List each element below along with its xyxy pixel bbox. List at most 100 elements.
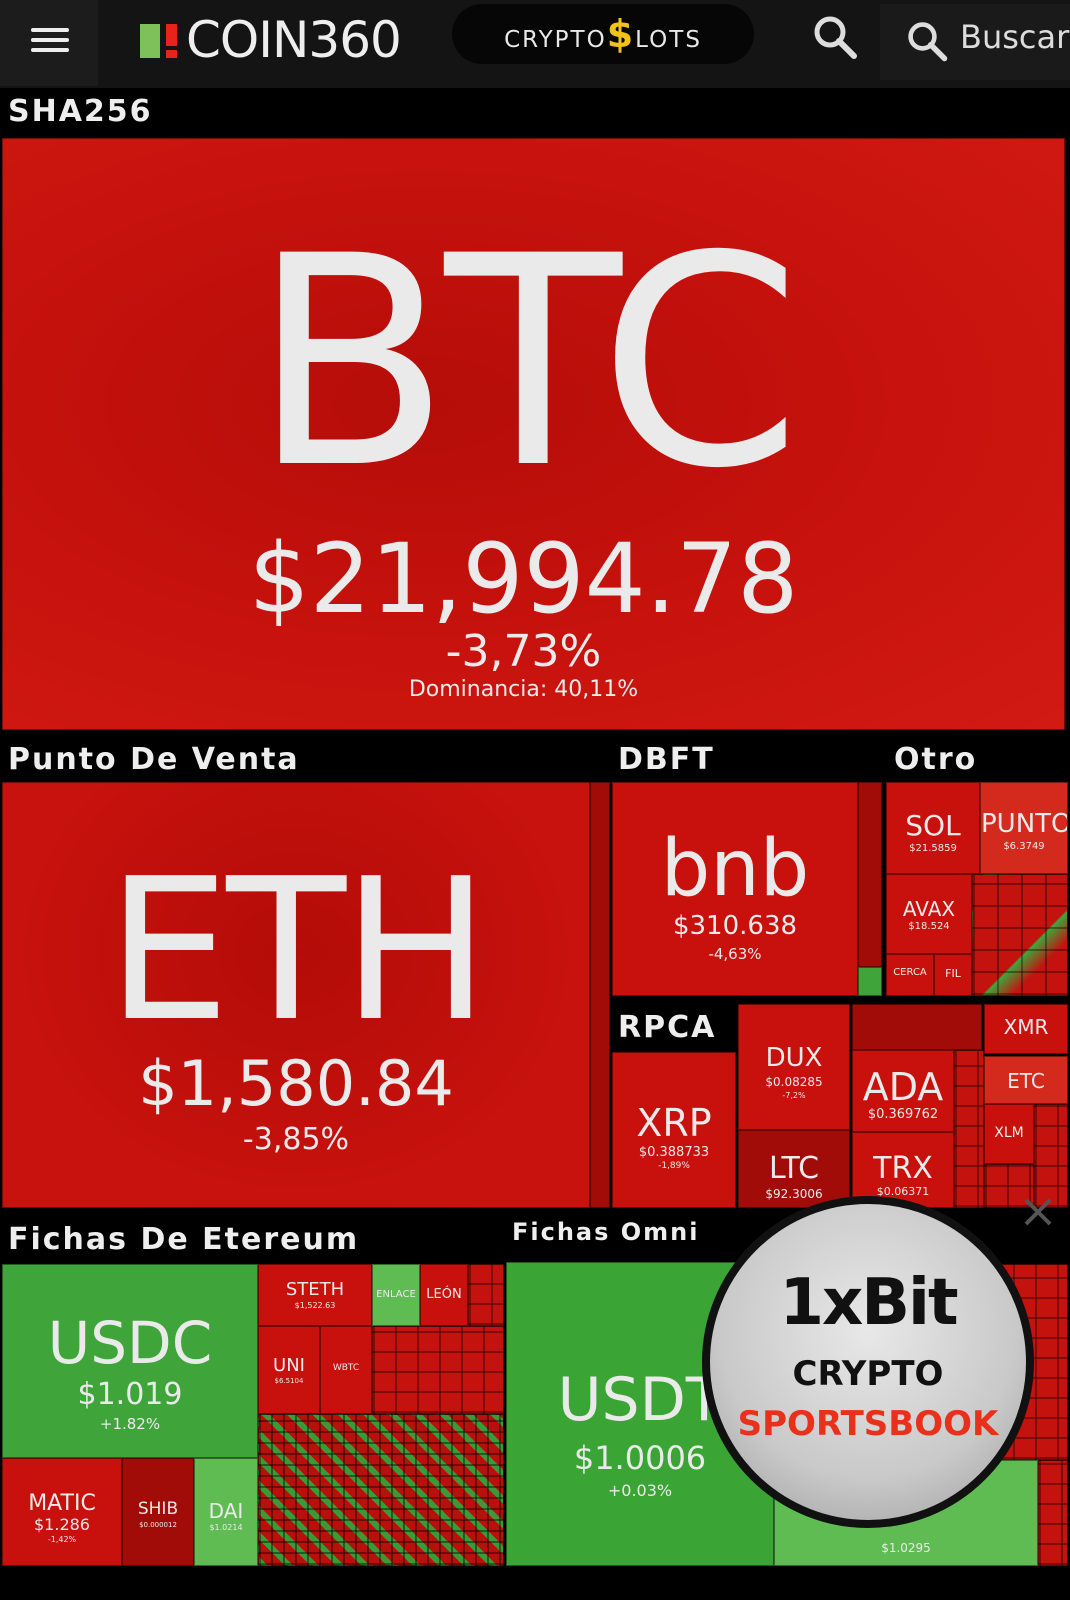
- tile-xrp[interactable]: XRP $0.388733 -1,89%: [612, 1052, 736, 1208]
- tile-eth-tokens-cluster-2[interactable]: [372, 1326, 504, 1414]
- brand-name[interactable]: COIN360: [186, 10, 402, 70]
- bnb-price: $310.638: [672, 911, 798, 941]
- tile-rpca-cluster[interactable]: [954, 1050, 984, 1208]
- steth-symbol: STETH: [285, 1279, 345, 1300]
- tile-wbtc[interactable]: WBTC: [320, 1326, 372, 1414]
- tile-eth[interactable]: ETH $1,580.84 -3,85%: [2, 782, 590, 1208]
- tile-right-cluster-2[interactable]: [1038, 1460, 1068, 1566]
- promo-dollar: $: [606, 12, 636, 56]
- search-field-icon: [908, 22, 948, 62]
- tile-steth[interactable]: STETH $1,522.63: [258, 1264, 372, 1326]
- promo-prefix: CRYPTO: [504, 27, 607, 53]
- punto-price: $6.3749: [1003, 841, 1045, 852]
- xrp-price: $0.388733: [638, 1145, 710, 1160]
- tile-etc[interactable]: ETC: [984, 1056, 1068, 1104]
- tile-enlace[interactable]: ENLACE: [372, 1264, 420, 1326]
- tile-matic[interactable]: MATIC $1.286 -1,42%: [2, 1458, 122, 1566]
- tile-ltc[interactable]: LTC $92.3006: [738, 1130, 850, 1208]
- tile-shib[interactable]: SHIB $0.000012: [122, 1458, 194, 1566]
- dai-price: $1.0214: [209, 1523, 243, 1532]
- shib-price: $0.000012: [139, 1521, 177, 1529]
- ada-price: $0.369762: [867, 1107, 939, 1122]
- tile-sol[interactable]: SOL $21.5859: [886, 782, 980, 874]
- tile-btc[interactable]: BTC $21,994.78 -3,73% Dominancia: 40,11%: [2, 138, 1065, 730]
- fil-symbol: FIL: [945, 967, 961, 980]
- section-label-dbft: DBFT: [618, 742, 715, 777]
- dux-symbol: DUX: [765, 1043, 823, 1073]
- hamburger-menu-button[interactable]: [0, 0, 98, 86]
- punto-symbol: PUNTO: [981, 809, 1068, 839]
- tile-avax[interactable]: AVAX $18.524: [886, 874, 972, 954]
- tile-xlm[interactable]: XLM: [984, 1104, 1034, 1164]
- shib-symbol: SHIB: [137, 1499, 179, 1519]
- usdc-change: +1.82%: [99, 1415, 161, 1433]
- eth-price: $1,580.84: [138, 1047, 454, 1120]
- bnb-symbol: bnb: [660, 824, 810, 914]
- dai-symbol: DAI: [208, 1499, 244, 1523]
- eth-change: -3,85%: [242, 1122, 350, 1157]
- matic-symbol: MATIC: [28, 1491, 96, 1516]
- leon-symbol: LEÓN: [426, 1287, 462, 1302]
- tile-xmr[interactable]: XMR: [984, 1004, 1068, 1054]
- btc-dominance: Dominancia: 40,11%: [408, 677, 639, 702]
- bnb-change: -4,63%: [708, 945, 762, 963]
- section-label-rpca: RPCA: [618, 1010, 717, 1045]
- tile-rpca-small[interactable]: [852, 1004, 982, 1050]
- btc-symbol: BTC: [251, 195, 802, 532]
- tile-bnb[interactable]: bnb $310.638 -4,63%: [612, 782, 858, 996]
- avax-symbol: AVAX: [902, 897, 956, 921]
- sol-price: $21.5859: [909, 843, 957, 854]
- tile-ada[interactable]: ADA $0.369762: [852, 1050, 954, 1132]
- tile-dbft-small-green[interactable]: [858, 967, 882, 996]
- tile-small-pos[interactable]: [590, 782, 610, 1208]
- tile-dai[interactable]: DAI $1.0214: [194, 1458, 258, 1566]
- tile-punto[interactable]: PUNTO $6.3749: [980, 782, 1068, 874]
- matic-price: $1.286: [34, 1515, 90, 1534]
- dux-price: $0.08285: [765, 1075, 823, 1089]
- btc-price: $21,994.78: [248, 523, 799, 635]
- search-icon[interactable]: [812, 14, 860, 62]
- tile-dbft-small[interactable]: [858, 782, 882, 967]
- close-ad-icon[interactable]: [1018, 1192, 1058, 1232]
- cryptoslots-banner-button[interactable]: CRYPTO$LOTS: [452, 4, 754, 64]
- usdc-price: $1.019: [77, 1377, 183, 1412]
- tile-other-cluster[interactable]: [972, 874, 1068, 996]
- sol-symbol: SOL: [905, 809, 961, 842]
- ada-symbol: ADA: [862, 1065, 944, 1109]
- tile-leon[interactable]: LEÓN: [420, 1264, 468, 1326]
- section-label-eth-tokens: Fichas De Etereum: [8, 1222, 360, 1257]
- tile-fil[interactable]: FIL: [934, 954, 972, 996]
- ad-line-crypto: CRYPTO: [792, 1354, 944, 1394]
- section-label-omni-tokens: Fichas Omni: [512, 1218, 700, 1246]
- avax-price: $18.524: [908, 921, 950, 932]
- tile-cerca[interactable]: CERCA: [886, 954, 934, 996]
- usdt-change: +0.03%: [607, 1481, 673, 1500]
- search-input[interactable]: Buscar: [880, 4, 1070, 80]
- wbtc-symbol: WBTC: [332, 1363, 360, 1373]
- enlace-symbol: ENLACE: [376, 1289, 416, 1300]
- tile-usdc[interactable]: USDC $1.019 +1.82%: [2, 1264, 258, 1458]
- xrp-symbol: XRP: [636, 1101, 712, 1145]
- section-label-sha256: SHA256: [8, 94, 153, 129]
- tile-dux[interactable]: DUX $0.08285 -7,2%: [738, 1004, 850, 1130]
- ad-line-sportsbook: SPORTSBOOK: [737, 1404, 999, 1444]
- coin360-logo-icon[interactable]: [140, 22, 178, 60]
- etc-symbol: ETC: [1007, 1069, 1045, 1093]
- steth-price: $1,522.63: [294, 1301, 336, 1310]
- matic-change: -1,42%: [47, 1535, 77, 1544]
- sportsbook-ad[interactable]: 1xBit CRYPTO SPORTSBOOK: [702, 1196, 1034, 1528]
- tile-eth-tokens-mosaic[interactable]: [258, 1414, 504, 1566]
- uni-symbol: UNI: [273, 1355, 305, 1376]
- section-label-pos: Punto De Venta: [8, 742, 300, 777]
- tile-eth-tokens-cluster[interactable]: [468, 1264, 504, 1326]
- xlm-symbol: XLM: [994, 1125, 1024, 1141]
- ltc-symbol: LTC: [768, 1151, 820, 1186]
- ad-brand: 1xBit: [779, 1266, 958, 1340]
- busd-price: $1.0295: [881, 1541, 931, 1555]
- cerca-symbol: CERCA: [893, 967, 927, 978]
- search-placeholder: Buscar: [960, 18, 1070, 56]
- dux-change: -7,2%: [782, 1091, 806, 1100]
- eth-symbol: ETH: [106, 837, 490, 1065]
- xmr-symbol: XMR: [1003, 1015, 1049, 1039]
- tile-uni[interactable]: UNI $6.5104: [258, 1326, 320, 1414]
